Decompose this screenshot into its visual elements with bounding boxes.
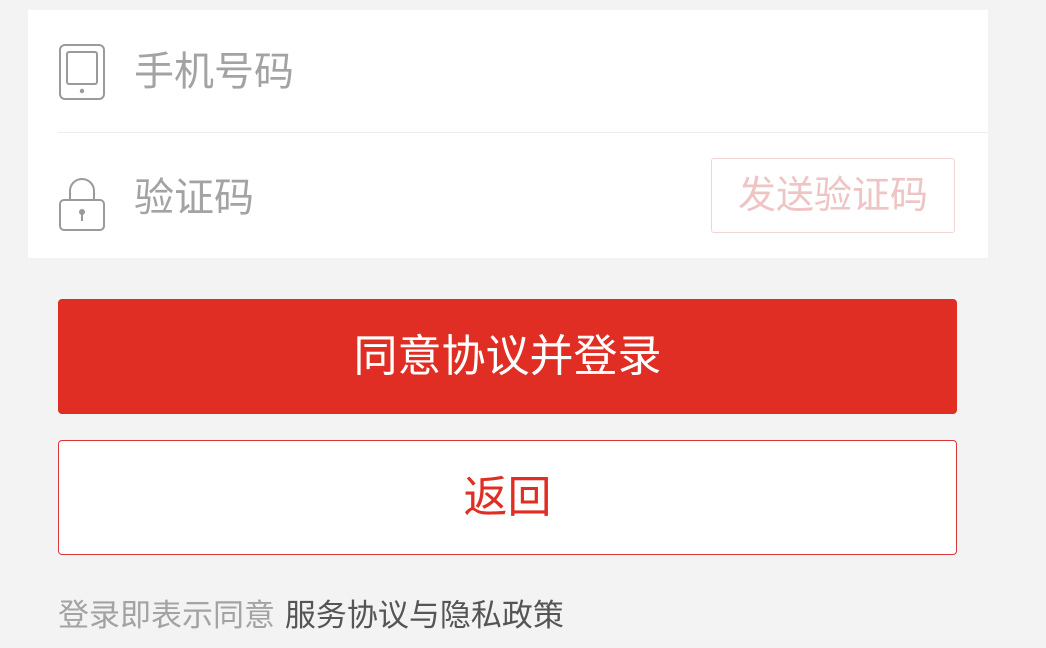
agreement-prefix: 登录即表示同意 [58, 598, 275, 634]
service-privacy-link[interactable]: 服务协议与隐私政策 [285, 598, 564, 634]
code-row: 发送验证码 [28, 134, 988, 257]
lock-icon [58, 176, 106, 232]
field-divider [58, 132, 988, 133]
verification-code-input[interactable] [134, 170, 694, 226]
phone-row [28, 10, 988, 133]
back-button[interactable]: 返回 [58, 440, 957, 555]
login-form-card: 发送验证码 [28, 10, 988, 258]
send-code-button[interactable]: 发送验证码 [711, 158, 955, 233]
agreement-text: 登录即表示同意 服务协议与隐私政策 [58, 594, 564, 638]
phone-icon [58, 44, 106, 100]
phone-input[interactable] [134, 44, 694, 100]
agree-and-login-button[interactable]: 同意协议并登录 [58, 299, 957, 414]
